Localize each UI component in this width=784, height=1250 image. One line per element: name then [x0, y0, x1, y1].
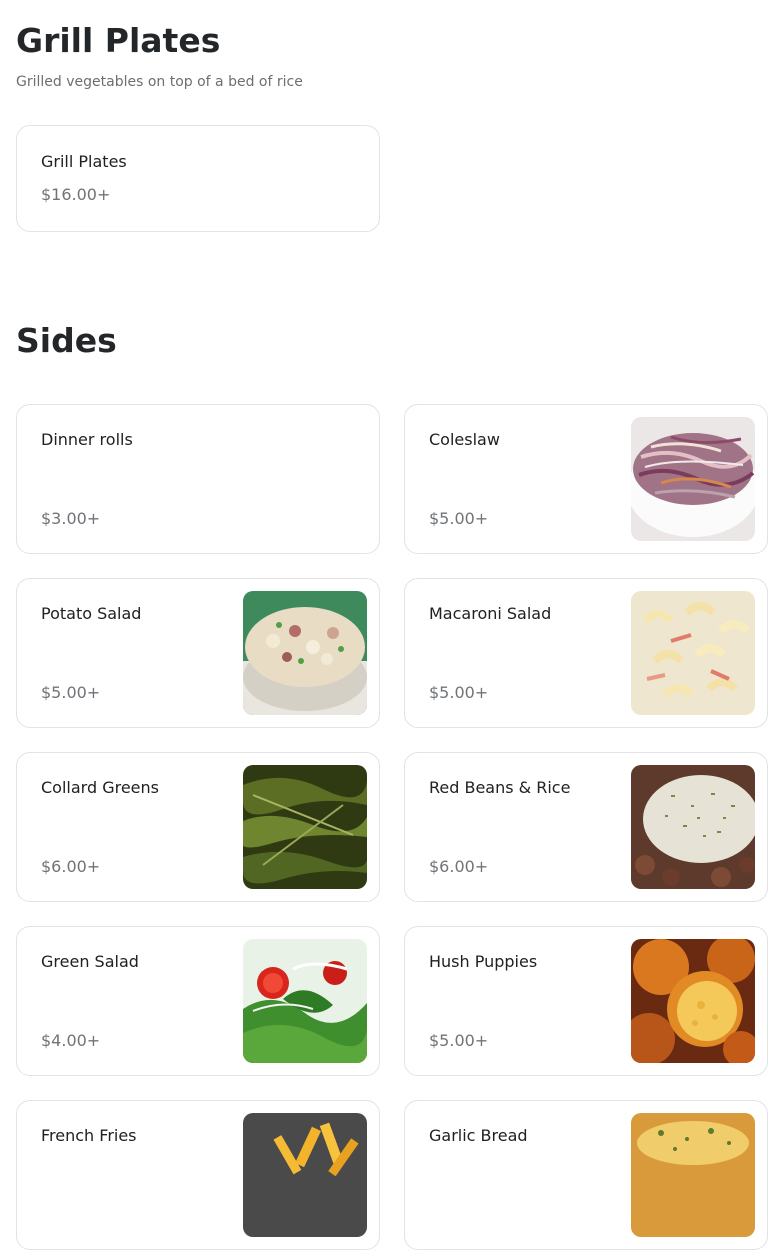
menu-item-card-french-fries[interactable]: French Fries [16, 1100, 380, 1250]
menu-item-name: Red Beans & Rice [429, 778, 571, 797]
macaroni-salad-photo [631, 591, 755, 715]
menu-item-name: Macaroni Salad [429, 604, 552, 623]
menu-item-card-garlic-bread[interactable]: Garlic Bread [404, 1100, 768, 1250]
menu-item-card-green-salad[interactable]: Green Salad $4.00+ [16, 926, 380, 1076]
menu-item-name: Green Salad [41, 952, 139, 971]
potato-salad-photo [243, 591, 367, 715]
menu-item-card-hush-puppies[interactable]: Hush Puppies $5.00+ [404, 926, 768, 1076]
menu-item-name: Hush Puppies [429, 952, 538, 971]
collard-greens-photo [243, 765, 367, 889]
section-title-sides: Sides [16, 321, 117, 360]
menu-item-price: $4.00+ [41, 1031, 101, 1050]
coleslaw-photo [631, 417, 755, 541]
menu-item-price: $5.00+ [429, 509, 489, 528]
section-title-grill-plates: Grill Plates [16, 21, 221, 60]
menu-item-price: $16.00+ [41, 185, 111, 204]
menu-item-name: Dinner rolls [41, 430, 133, 449]
menu-item-name: Potato Salad [41, 604, 142, 623]
section-description-grill-plates: Grilled vegetables on top of a bed of ri… [16, 74, 303, 90]
french-fries-photo [243, 1113, 367, 1237]
menu-item-price: $6.00+ [41, 857, 101, 876]
menu-item-name: Collard Greens [41, 778, 159, 797]
menu-item-card-dinner-rolls[interactable]: Dinner rolls $3.00+ [16, 404, 380, 554]
menu-item-name: Grill Plates [41, 152, 127, 171]
menu-item-name: Coleslaw [429, 430, 500, 449]
menu-item-card-collard-greens[interactable]: Collard Greens $6.00+ [16, 752, 380, 902]
menu-item-name: French Fries [41, 1126, 137, 1145]
menu-item-price: $5.00+ [41, 683, 101, 702]
menu-item-card-potato-salad[interactable]: Potato Salad $5.00+ [16, 578, 380, 728]
menu-item-card-coleslaw[interactable]: Coleslaw $5.00+ [404, 404, 768, 554]
menu-item-card-red-beans-rice[interactable]: Red Beans & Rice $6.00+ [404, 752, 768, 902]
garlic-bread-photo [631, 1113, 755, 1237]
hush-puppies-photo [631, 939, 755, 1063]
menu-item-price: $5.00+ [429, 683, 489, 702]
red-beans-rice-photo [631, 765, 755, 889]
menu-item-name: Garlic Bread [429, 1126, 528, 1145]
menu-item-card-macaroni-salad[interactable]: Macaroni Salad $5.00+ [404, 578, 768, 728]
menu-item-price: $6.00+ [429, 857, 489, 876]
green-salad-photo [243, 939, 367, 1063]
menu-item-price: $5.00+ [429, 1031, 489, 1050]
menu-item-card-grill-plates[interactable]: Grill Plates $16.00+ [16, 125, 380, 232]
menu-item-price: $3.00+ [41, 509, 101, 528]
